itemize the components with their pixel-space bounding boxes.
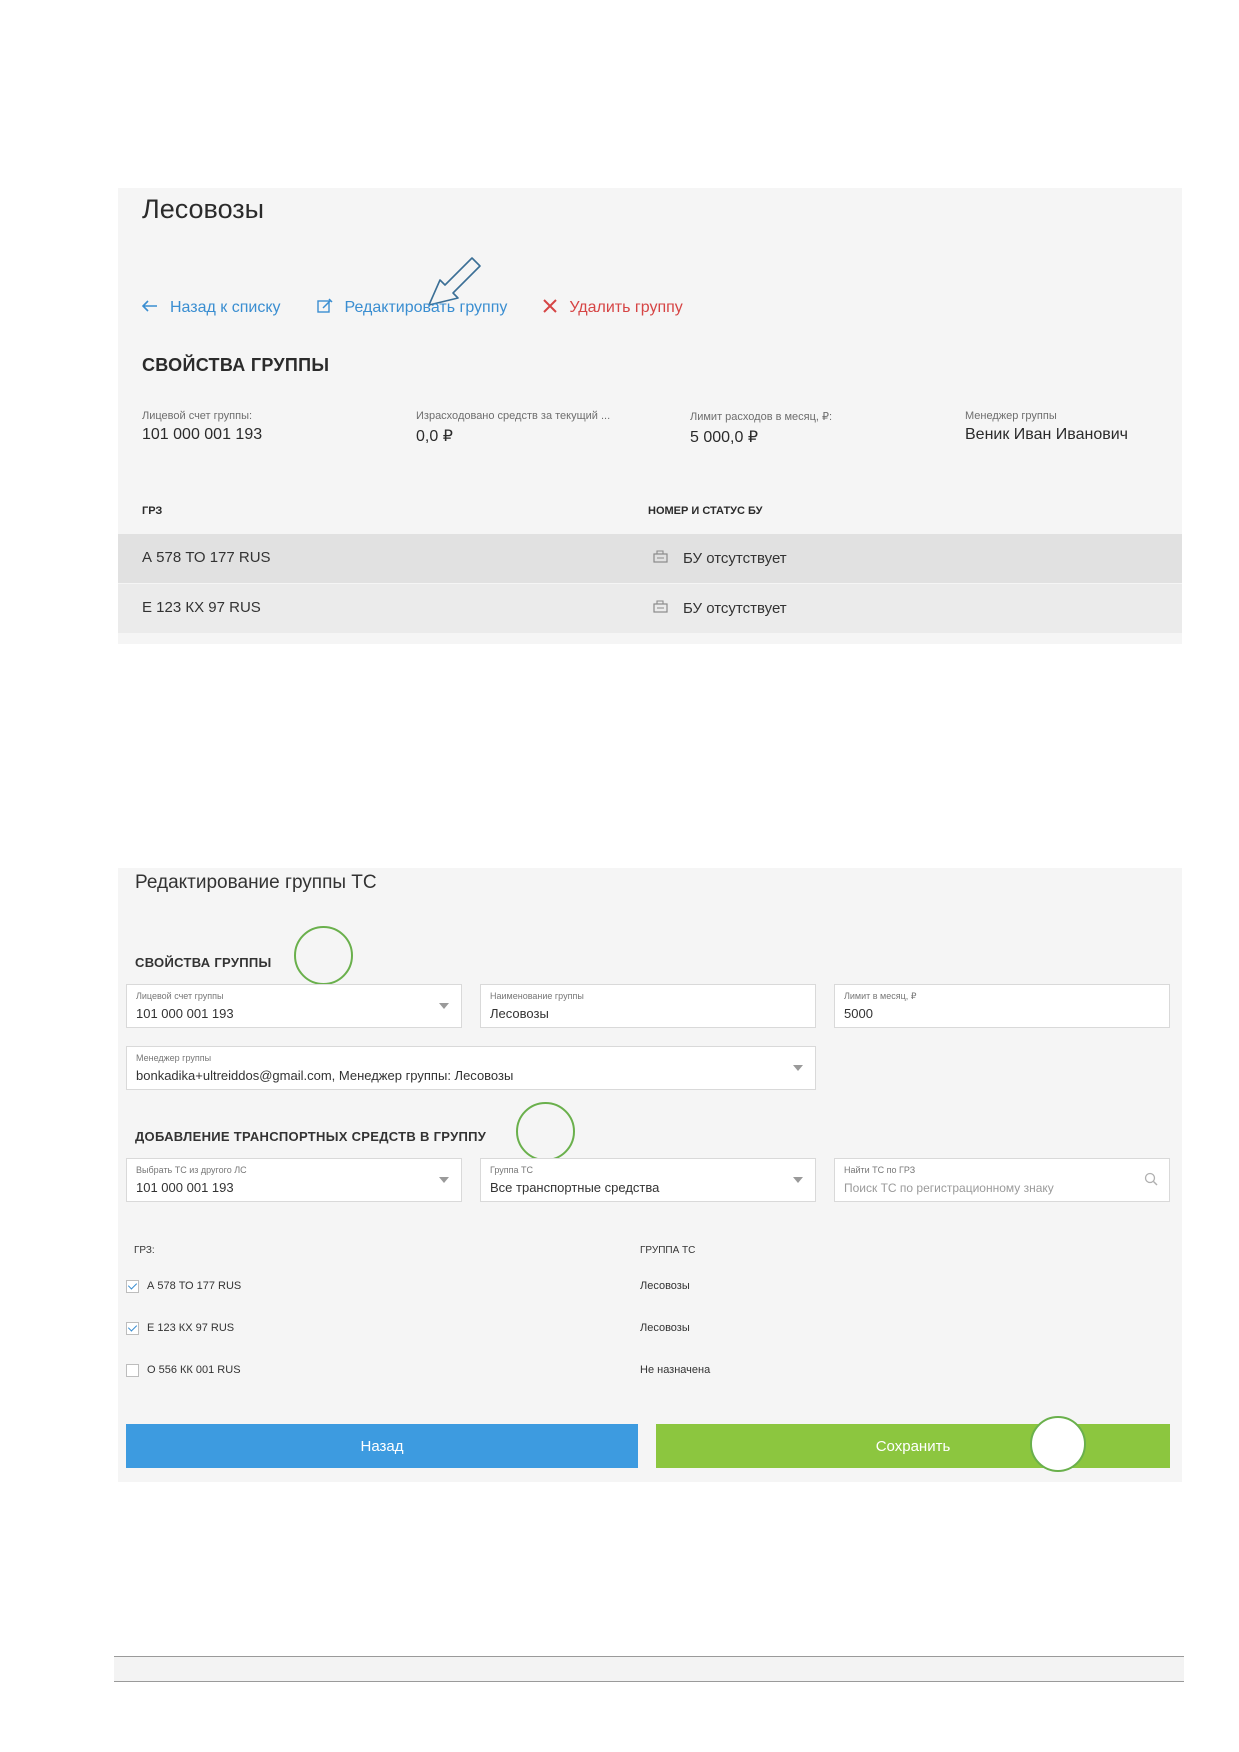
field-label: Лицевой счет группы [136, 991, 224, 1001]
account-select[interactable]: Лицевой счет группы 101 000 001 193 [126, 984, 462, 1028]
property-spent: Израсходовано средств за текущий ... 0,0… [416, 410, 646, 446]
row-grz: А 578 ТО 177 RUS [142, 549, 271, 566]
property-label: Лимит расходов в месяц, ₽: [690, 411, 833, 423]
vehicle-checkbox[interactable] [126, 1322, 139, 1335]
delete-group-label: Удалить группу [569, 299, 683, 316]
field-label: Менеджер группы [136, 1053, 212, 1063]
vehicle-group-select[interactable]: Группа ТС Все транспортные средства [480, 1158, 816, 1202]
property-manager: Менеджер группы Веник Иван Иванович [965, 410, 1175, 444]
row-bu-status: БУ отсутствует [653, 599, 787, 617]
group-view-panel: Лесовозы Назад к списку Редактировать гр… [118, 188, 1182, 644]
property-value: 5 000,0 ₽ [690, 429, 759, 446]
chevron-down-icon [793, 1065, 803, 1071]
page-title: Лесовозы [142, 194, 265, 224]
property-label: Менеджер группы [965, 410, 1057, 422]
annotation-circle [516, 1102, 575, 1161]
field-value: bonkadika+ultreiddos@gmail.com, Менеджер… [136, 1068, 514, 1083]
close-icon [543, 298, 558, 318]
vehicle-checkbox[interactable] [126, 1280, 139, 1293]
footer-divider [114, 1656, 1184, 1657]
column-header-grz: ГРЗ [142, 505, 163, 517]
edit-group-link[interactable]: Редактировать группу [316, 297, 508, 319]
group-name-field[interactable]: Наименование группы Лесовозы [480, 984, 816, 1028]
manager-select[interactable]: Менеджер группы bonkadika+ultreiddos@gma… [126, 1046, 816, 1090]
limit-field[interactable]: Лимит в месяц, ₽ 5000 [834, 984, 1170, 1028]
field-label: Наименование группы [490, 991, 584, 1001]
row-grz: Е 123 КХ 97 RUS [142, 599, 261, 616]
group-actions: Назад к списку Редактировать группу Удал… [141, 295, 719, 321]
edit-group-label: Редактировать группу [344, 299, 508, 316]
bu-status-text: БУ отсутствует [683, 599, 787, 617]
back-button[interactable]: Назад [126, 1424, 638, 1468]
list-grz: Е 123 КХ 97 RUS [147, 1322, 235, 1334]
other-account-select[interactable]: Выбрать ТС из другого ЛС 101 000 001 193 [126, 1158, 462, 1202]
field-label: Лимит в месяц, ₽ [844, 991, 917, 1001]
field-value: Лесовозы [490, 1006, 549, 1021]
annotation-circle [294, 926, 353, 985]
footer-band [114, 1657, 1184, 1681]
edit-properties-heading: СВОЙСТВА ГРУППЫ [135, 955, 272, 970]
list-group: Не назначена [640, 1364, 711, 1376]
property-value: 0,0 ₽ [416, 428, 453, 445]
add-vehicles-heading: ДОБАВЛЕНИЕ ТРАНСПОРТНЫХ СРЕДСТВ В ГРУППУ [135, 1129, 487, 1144]
property-value: 101 000 001 193 [142, 426, 263, 443]
field-value: Все транспортные средства [490, 1180, 660, 1195]
list-header-grz: ГРЗ: [134, 1245, 155, 1256]
property-limit: Лимит расходов в месяц, ₽: 5 000,0 ₽ [690, 410, 920, 447]
list-group: Лесовозы [640, 1322, 690, 1334]
column-header-bu: НОМЕР И СТАТУС БУ [648, 505, 763, 517]
back-to-list-link[interactable]: Назад к списку [141, 299, 281, 317]
list-grz: А 578 ТО 177 RUS [147, 1280, 242, 1292]
edit-page-title: Редактирование группы ТС [135, 872, 377, 893]
arrow-left-icon [141, 299, 158, 317]
property-account: Лицевой счет группы: 101 000 001 193 [142, 410, 372, 444]
vehicle-checkbox[interactable] [126, 1364, 139, 1377]
device-icon [653, 599, 669, 617]
bu-status-text: БУ отсутствует [683, 549, 787, 567]
list-group: Лесовозы [640, 1280, 690, 1292]
annotation-circle [1030, 1416, 1086, 1472]
chevron-down-icon [439, 1003, 449, 1009]
back-to-list-label: Назад к списку [170, 299, 281, 316]
list-item: О 556 КК 001 RUS Не назначена [126, 1364, 1166, 1382]
field-label: Группа ТС [490, 1165, 534, 1175]
table-row[interactable]: Е 123 КХ 97 RUS БУ отсутствует [118, 584, 1182, 633]
edit-icon [316, 297, 333, 319]
row-bu-status: БУ отсутствует [653, 549, 787, 567]
group-edit-panel: Редактирование группы ТС СВОЙСТВА ГРУППЫ… [118, 868, 1182, 1482]
list-item: Е 123 КХ 97 RUS Лесовозы [126, 1322, 1166, 1340]
footer-divider [114, 1681, 1184, 1682]
delete-group-link[interactable]: Удалить группу [543, 298, 683, 318]
chevron-down-icon [439, 1177, 449, 1183]
list-header-group: ГРУППА ТС [640, 1245, 696, 1256]
field-value: 101 000 001 193 [136, 1006, 234, 1021]
device-icon [653, 549, 669, 567]
field-label: Выбрать ТС из другого ЛС [136, 1165, 247, 1175]
table-row[interactable]: А 578 ТО 177 RUS БУ отсутствует [118, 534, 1182, 583]
chevron-down-icon [793, 1177, 803, 1183]
list-grz: О 556 КК 001 RUS [147, 1364, 241, 1376]
field-value: 5000 [844, 1006, 873, 1021]
field-value: 101 000 001 193 [136, 1180, 234, 1195]
save-button[interactable]: Сохранить [656, 1424, 1170, 1468]
property-label: Лицевой счет группы: [142, 410, 253, 422]
search-icon [1144, 1172, 1158, 1191]
field-label: Найти ТС по ГРЗ [844, 1165, 916, 1175]
property-value: Веник Иван Иванович [965, 426, 1129, 443]
vehicle-search-input[interactable]: Найти ТС по ГРЗ Поиск ТС по регистрацион… [834, 1158, 1170, 1202]
list-item: А 578 ТО 177 RUS Лесовозы [126, 1280, 1166, 1298]
search-placeholder: Поиск ТС по регистрационному знаку [844, 1181, 1054, 1195]
group-properties-heading: СВОЙСТВА ГРУППЫ [142, 355, 330, 375]
property-label: Израсходовано средств за текущий ... [416, 410, 611, 422]
